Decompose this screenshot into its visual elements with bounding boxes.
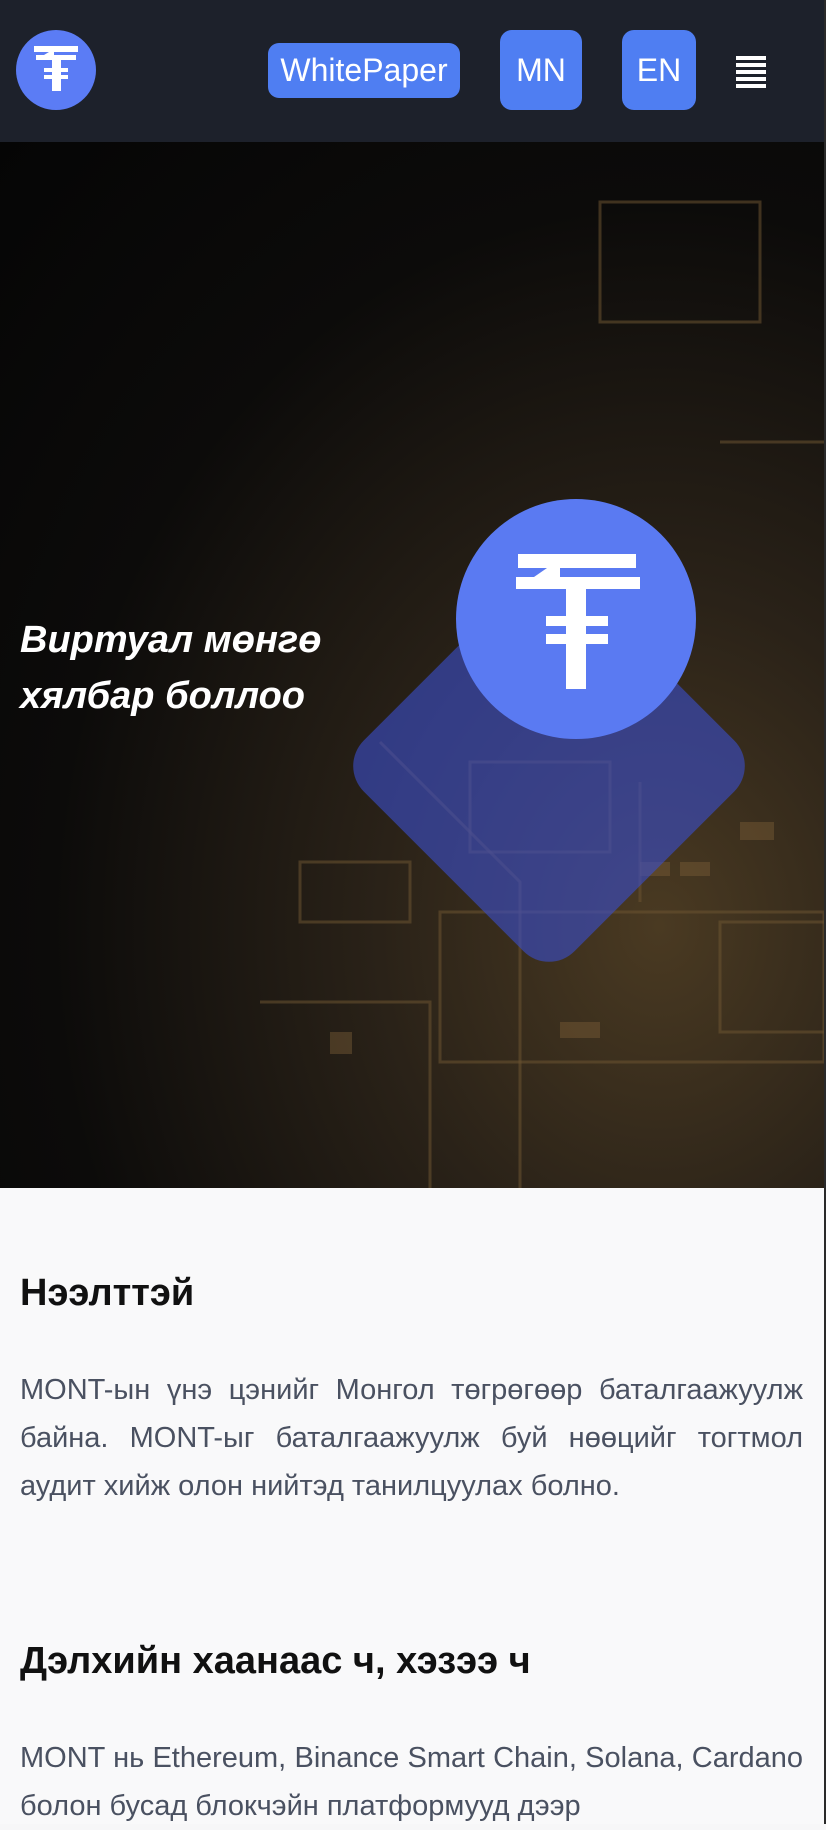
hero-title: Виртуал мөнгө хялбар боллоо [20, 619, 322, 717]
whitepaper-button[interactable]: WhitePaper [268, 43, 460, 98]
section-text-anywhere: MONT нь Ethereum, Binance Smart Chain, S… [20, 1742, 803, 1822]
top-navbar: WhitePaper MN EN [0, 0, 824, 142]
section-text-open: MONT-ын үнэ цэнийг Монгол төгрөгөөр бата… [20, 1374, 803, 1502]
content-section: Нээлттэй MONT-ын үнэ цэнийг Монгол төгрө… [0, 1188, 824, 1824]
section-title-open: Нээлттэй [20, 1272, 195, 1314]
hamburger-menu-icon[interactable] [736, 56, 768, 88]
lang-en-button[interactable]: EN [622, 30, 696, 110]
section-title-anywhere: Дэлхийн хаанаас ч, хэзээ ч [20, 1640, 531, 1682]
lang-mn-button[interactable]: MN [500, 30, 582, 110]
logo-tugrik-coin-icon[interactable] [16, 30, 96, 110]
hero-banner: Виртуал мөнгө хялбар боллоо [0, 142, 824, 1188]
hero-tugrik-coin-icon [456, 499, 696, 739]
